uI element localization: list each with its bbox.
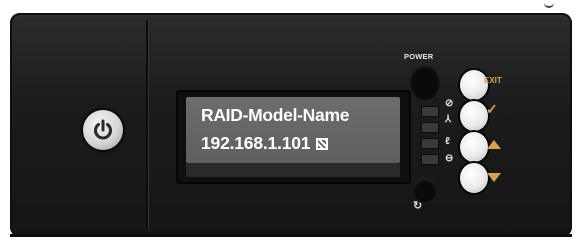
power-label: POWER [404,52,434,61]
disk-icon: ⊖ [445,153,454,164]
power-button[interactable] [83,110,123,150]
up-button[interactable] [460,132,488,162]
lcd-model-name: RAID-Model-Name [201,105,350,125]
status-led [421,122,439,133]
reset-icon: ↻ [413,200,423,212]
power-switch[interactable] [410,64,440,100]
panel-bottom-edge [10,234,572,237]
thermometer-icon: ℓ [445,136,450,147]
lcd-display: RAID-Model-Name 192.168.1.101 [186,97,400,163]
down-button[interactable] [460,163,488,193]
panel-seam [146,20,148,230]
exit-button[interactable] [460,70,488,100]
lcd-lower-frame [186,163,400,177]
enter-button[interactable] [460,101,488,131]
status-led [421,106,439,117]
power-icon [94,119,112,140]
status-leds [421,106,439,170]
down-arrow-icon [487,173,501,182]
lcd-ip-address: 192.168.1.101 [201,133,311,153]
exit-label: EXIT [484,76,502,85]
fan-icon: ⅄ [445,114,452,125]
status-led [421,138,439,149]
up-arrow-icon [487,140,501,149]
lcd-ip-line: 192.168.1.101 [201,133,329,154]
network-status-icon [316,138,329,150]
status-led [421,154,439,165]
clock-icon: ⊘ [445,98,454,109]
check-icon: ✓ [486,101,498,117]
